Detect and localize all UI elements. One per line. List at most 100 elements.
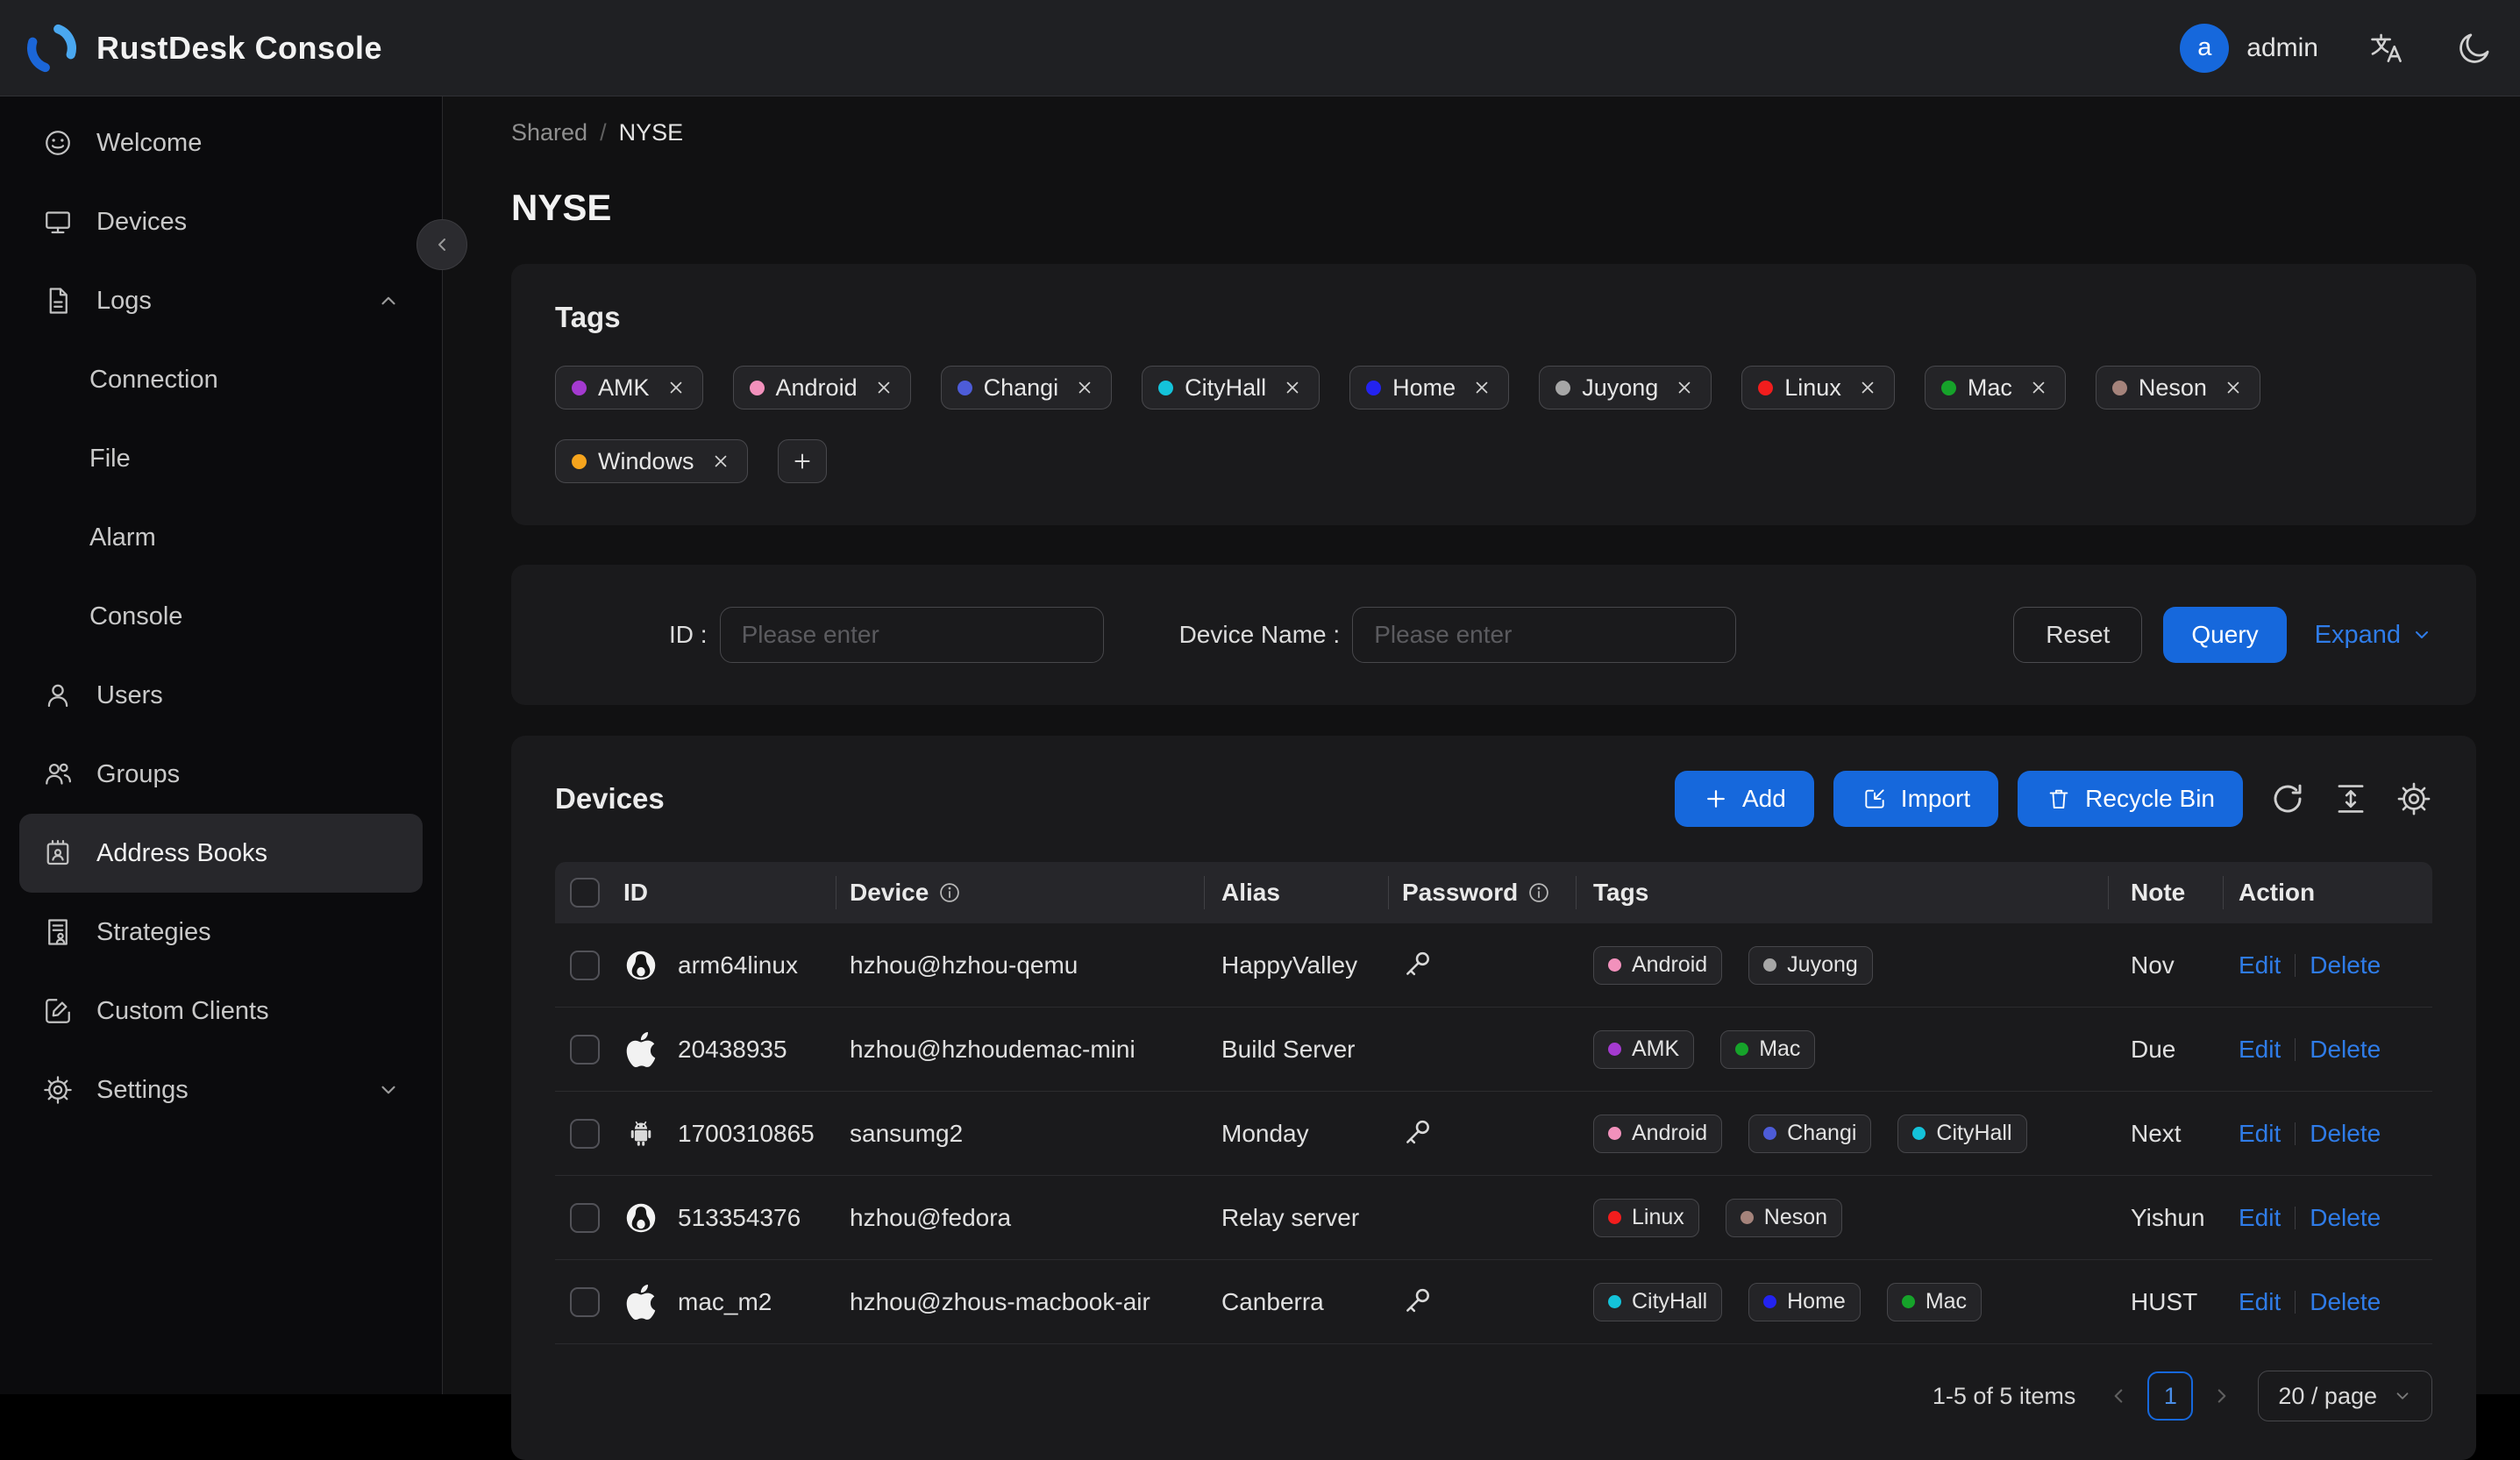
tag-chip-juyong[interactable]: Juyong — [1539, 366, 1712, 410]
next-page-button[interactable] — [2205, 1379, 2239, 1413]
sidebar-item-label: Strategies — [96, 918, 211, 947]
sidebar-item-address-books[interactable]: Address Books — [19, 814, 423, 893]
info-icon[interactable] — [937, 880, 962, 905]
tag-chip-amk[interactable]: AMK — [555, 366, 703, 410]
password-key-icon[interactable] — [1402, 1286, 1435, 1319]
delete-link[interactable]: Delete — [2310, 1036, 2381, 1064]
delete-link[interactable]: Delete — [2310, 1204, 2381, 1232]
device-cell: sansumg2 — [836, 1092, 1204, 1175]
remove-tag-icon[interactable] — [873, 377, 894, 398]
refresh-icon[interactable] — [2269, 780, 2306, 817]
page-size-select[interactable]: 20 / page — [2258, 1371, 2432, 1421]
remove-tag-icon[interactable] — [710, 451, 731, 472]
sidebar-item-devices[interactable]: Devices — [19, 182, 423, 261]
select-all-checkbox[interactable] — [570, 878, 600, 908]
sidebar-item-connection[interactable]: Connection — [19, 340, 423, 419]
user-menu[interactable]: a admin — [2180, 24, 2318, 73]
tag-chip-mac[interactable]: Mac — [1925, 366, 2066, 410]
row-checkbox[interactable] — [570, 1119, 600, 1149]
remove-tag-icon[interactable] — [1857, 377, 1878, 398]
action-cell: Edit Delete — [2223, 1260, 2432, 1343]
tag-color-dot — [572, 381, 587, 395]
sidebar-item-welcome[interactable]: Welcome — [19, 103, 423, 182]
tag-chip-windows[interactable]: Windows — [555, 439, 748, 483]
tag-color-dot — [1912, 1127, 1926, 1140]
device-name-input[interactable] — [1352, 607, 1736, 663]
password-key-icon[interactable] — [1402, 949, 1435, 982]
sidebar-item-label: File — [89, 445, 131, 474]
password-cell — [1388, 1008, 1576, 1091]
sidebar-item-label: Address Books — [96, 839, 267, 868]
info-icon[interactable] — [1527, 880, 1551, 905]
remove-tag-icon[interactable] — [1471, 377, 1492, 398]
column-header-tags[interactable]: Tags — [1576, 862, 2108, 923]
tag-chip-changi[interactable]: Changi — [941, 366, 1113, 410]
reset-button[interactable]: Reset — [2013, 607, 2142, 663]
column-header-password[interactable]: Password — [1388, 862, 1576, 923]
delete-link[interactable]: Delete — [2310, 951, 2381, 979]
sidebar-item-groups[interactable]: Groups — [19, 735, 423, 814]
column-header-action[interactable]: Action — [2223, 862, 2432, 923]
language-icon[interactable] — [2367, 29, 2406, 68]
edit-link[interactable]: Edit — [2239, 1204, 2281, 1232]
sidebar-item-custom-clients[interactable]: Custom Clients — [19, 972, 423, 1050]
remove-tag-icon[interactable] — [1282, 377, 1303, 398]
delete-link[interactable]: Delete — [2310, 1288, 2381, 1316]
edit-link[interactable]: Edit — [2239, 1036, 2281, 1064]
row-checkbox[interactable] — [570, 951, 600, 980]
breadcrumb-current: NYSE — [619, 119, 684, 146]
current-page[interactable]: 1 — [2147, 1371, 2193, 1421]
edit-link[interactable]: Edit — [2239, 1120, 2281, 1148]
column-header-device[interactable]: Device — [836, 862, 1204, 923]
breadcrumb-parent[interactable]: Shared — [511, 119, 587, 146]
remove-tag-icon[interactable] — [666, 377, 687, 398]
tag-chip-home[interactable]: Home — [1349, 366, 1509, 410]
row-checkbox[interactable] — [570, 1203, 600, 1233]
tag-chip-neson[interactable]: Neson — [2096, 366, 2260, 410]
sidebar-item-console[interactable]: Console — [19, 577, 423, 656]
sidebar-item-users[interactable]: Users — [19, 656, 423, 735]
linux-os-icon — [623, 948, 658, 983]
row-height-icon[interactable] — [2332, 780, 2369, 817]
tags-cell: AMKMac — [1576, 1008, 2108, 1091]
tag-chip-cityhall[interactable]: CityHall — [1142, 366, 1320, 410]
id-filter: ID : — [669, 607, 1104, 663]
id-input[interactable] — [720, 607, 1104, 663]
sidebar-collapse-button[interactable] — [416, 219, 467, 270]
import-button[interactable]: Import — [1833, 771, 1998, 827]
sidebar-item-alarm[interactable]: Alarm — [19, 498, 423, 577]
column-header-alias[interactable]: Alias — [1204, 862, 1388, 923]
query-button[interactable]: Query — [2163, 607, 2286, 663]
add-button[interactable]: Add — [1675, 771, 1814, 827]
sidebar-item-settings[interactable]: Settings — [19, 1050, 423, 1129]
edit-link[interactable]: Edit — [2239, 1288, 2281, 1316]
column-header-id[interactable]: ID — [615, 862, 836, 923]
row-checkbox[interactable] — [570, 1287, 600, 1317]
sidebar-item-logs[interactable]: Logs — [19, 261, 423, 340]
checkbox-cell — [555, 923, 615, 1007]
column-header-note[interactable]: Note — [2108, 862, 2223, 923]
sidebar-item-strategies[interactable]: Strategies — [19, 893, 423, 972]
delete-link[interactable]: Delete — [2310, 1120, 2381, 1148]
add-tag-button[interactable] — [778, 439, 827, 483]
remove-tag-icon[interactable] — [2028, 377, 2049, 398]
brand: RustDesk Console — [26, 23, 382, 74]
edit-link[interactable]: Edit — [2239, 951, 2281, 979]
row-checkbox[interactable] — [570, 1035, 600, 1065]
password-key-icon[interactable] — [1402, 1117, 1435, 1150]
select-all-cell — [555, 862, 615, 923]
sidebar-item-file[interactable]: File — [19, 419, 423, 498]
expand-toggle[interactable]: Expand — [2315, 621, 2432, 650]
remove-tag-icon[interactable] — [1674, 377, 1695, 398]
device-row-20438935: 20438935hzhou@hzhoudemac-miniBuild Serve… — [555, 1008, 2432, 1092]
table-settings-icon[interactable] — [2395, 780, 2432, 817]
remove-tag-icon[interactable] — [2223, 377, 2244, 398]
tag-color-dot — [1608, 958, 1621, 972]
action-divider — [2295, 1291, 2296, 1314]
prev-page-button[interactable] — [2102, 1379, 2135, 1413]
tag-chip-android[interactable]: Android — [733, 366, 911, 410]
theme-toggle-icon[interactable] — [2455, 29, 2494, 68]
recycle-bin-button[interactable]: Recycle Bin — [2018, 771, 2243, 827]
tag-chip-linux[interactable]: Linux — [1741, 366, 1895, 410]
remove-tag-icon[interactable] — [1074, 377, 1095, 398]
